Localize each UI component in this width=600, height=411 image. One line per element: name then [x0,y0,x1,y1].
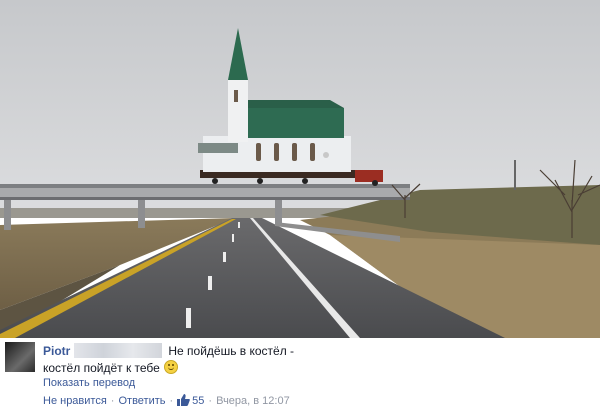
smiley-icon [164,360,179,374]
author-name[interactable]: Piotr [43,344,70,358]
timestamp[interactable]: Вчера, в 12:07 [216,395,290,407]
comment-text-line2: костёл пойдёт к тебе [43,360,179,376]
show-translation-link[interactable]: Показать перевод [43,376,135,390]
reply-link[interactable]: Ответить [118,395,165,407]
separator: · [208,395,213,407]
unlike-link[interactable]: Не нравится [43,395,107,407]
comment-actions: Не нравится · Ответить · 55 · Вчера, в 12:07 [43,394,290,408]
separator: · [110,395,115,407]
redacted-surname [74,343,163,358]
avatar[interactable] [5,342,35,372]
thumbs-up-icon [177,394,191,406]
comment-text-continued: костёл пойдёт к тебе [43,361,160,375]
like-count-link[interactable]: 55 [177,394,205,407]
comment-text: Не пойдёшь в костёл - [168,344,295,358]
like-count: 55 [192,395,205,407]
separator: · [169,395,174,407]
post-photo[interactable] [0,0,600,338]
comment-text-line1: Piotr Не пойдёшь в костёл - [43,343,294,359]
church-on-truck-photo [0,0,600,338]
comment: Piotr Не пойдёшь в костёл - костёл пойдёт… [0,338,600,411]
